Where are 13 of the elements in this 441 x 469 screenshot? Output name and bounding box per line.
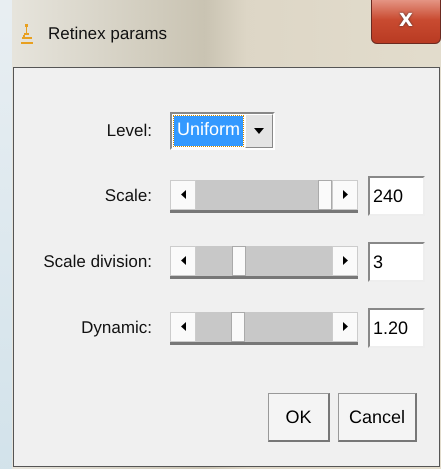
- window-title: Retinex params: [48, 24, 168, 44]
- dialog-button[interactable]: Cancel: [338, 393, 417, 442]
- field-label: Level:: [106, 121, 152, 141]
- dialog-button[interactable]: OK: [268, 393, 330, 442]
- dropdown-arrow-icon: [254, 128, 264, 134]
- value-field[interactable]: 240: [368, 176, 425, 216]
- slider-label: Dynamic:: [80, 318, 152, 338]
- slider-label: Scale division:: [42, 252, 152, 272]
- value-field[interactable]: 3: [368, 242, 425, 282]
- close-button[interactable]: X: [371, 0, 441, 44]
- value-field[interactable]: 1.20: [368, 308, 425, 348]
- microscope-icon: [20, 22, 34, 44]
- slider-label: Scale:: [104, 186, 152, 206]
